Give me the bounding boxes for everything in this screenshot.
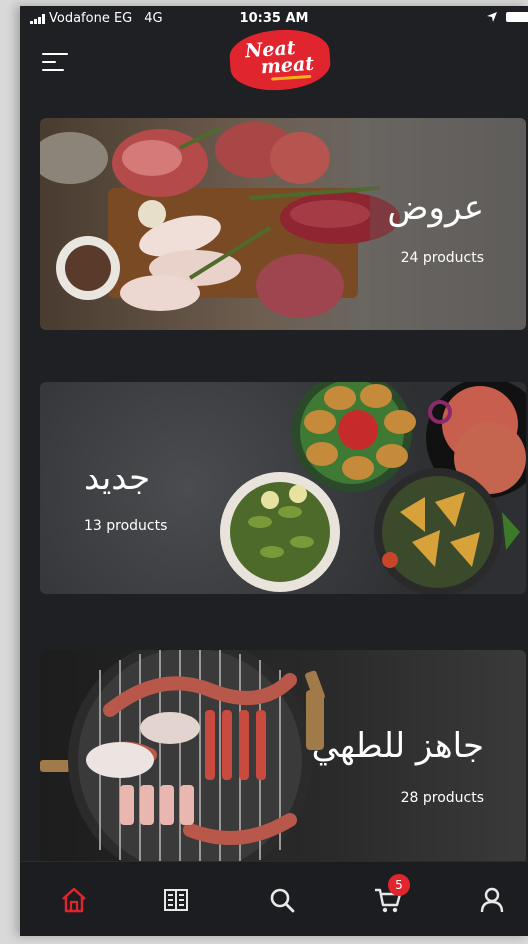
category-title-new: جديد [84,458,151,498]
category-card-ready-to-cook[interactable]: جاهز للطهي 28 products [40,650,526,864]
menu-button[interactable] [42,53,68,75]
category-title-ready-to-cook: جاهز للطهي [311,726,484,766]
status-bar: Vodafone EG 4G 10:35 AM [20,6,528,32]
search-icon [270,888,295,913]
nav-search[interactable] [262,880,302,920]
catalog-icon [164,889,188,911]
category-card-new[interactable]: جديد 13 products [40,382,526,594]
bottom-navigation: 5 [20,861,528,936]
status-time: 10:35 AM [239,11,309,26]
battery-icon [506,12,528,22]
location-arrow-icon [487,12,497,22]
home-icon [62,887,86,913]
status-right [486,11,528,23]
category-count-offers: 24 products [400,250,484,266]
nav-home[interactable] [54,880,94,920]
brand-logo: Neat meat [228,26,332,94]
category-card-offers[interactable]: عروض 24 products [40,118,526,330]
user-icon [480,887,504,913]
cart-count-badge: 5 [388,874,410,896]
nav-catalog[interactable] [156,880,196,920]
nav-cart[interactable]: 5 [368,874,410,920]
nav-profile[interactable] [472,880,512,920]
category-count-ready-to-cook: 28 products [400,790,484,806]
category-count-new: 13 products [84,518,168,534]
app-screen: Vodafone EG 4G 10:35 AM Neat meat عروض 2… [20,6,528,936]
category-title-offers: عروض [387,188,484,228]
logo-word-meat: meat [260,52,315,78]
